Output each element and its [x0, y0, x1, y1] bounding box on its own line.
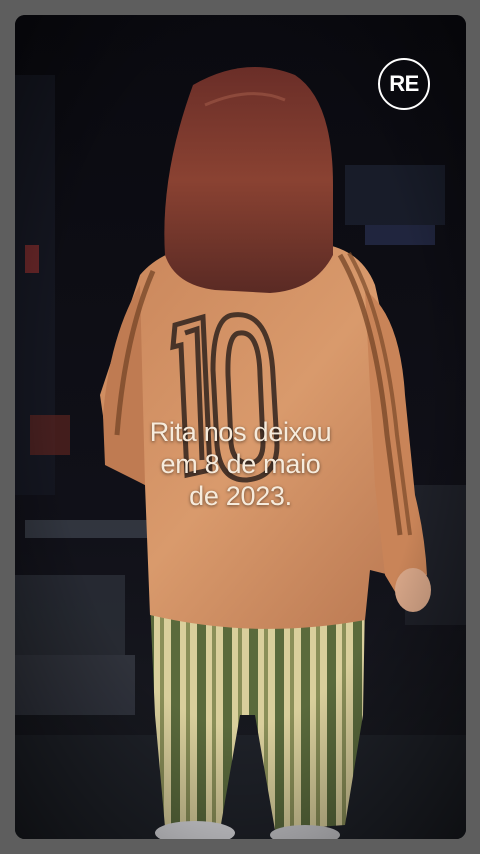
caption-line-3: de 2023.: [189, 481, 292, 511]
video-player[interactable]: RE Rita nos deixou em 8 de maio de 2023.: [15, 15, 466, 839]
channel-logo-text: RE: [389, 71, 419, 96]
channel-logo-icon: RE: [378, 58, 430, 110]
app-frame: RE Rita nos deixou em 8 de maio de 2023.: [0, 0, 480, 854]
caption-line-2: em 8 de maio: [160, 449, 321, 479]
caption-line-1: Rita nos deixou: [149, 417, 332, 447]
video-caption: Rita nos deixou em 8 de maio de 2023.: [15, 416, 466, 512]
